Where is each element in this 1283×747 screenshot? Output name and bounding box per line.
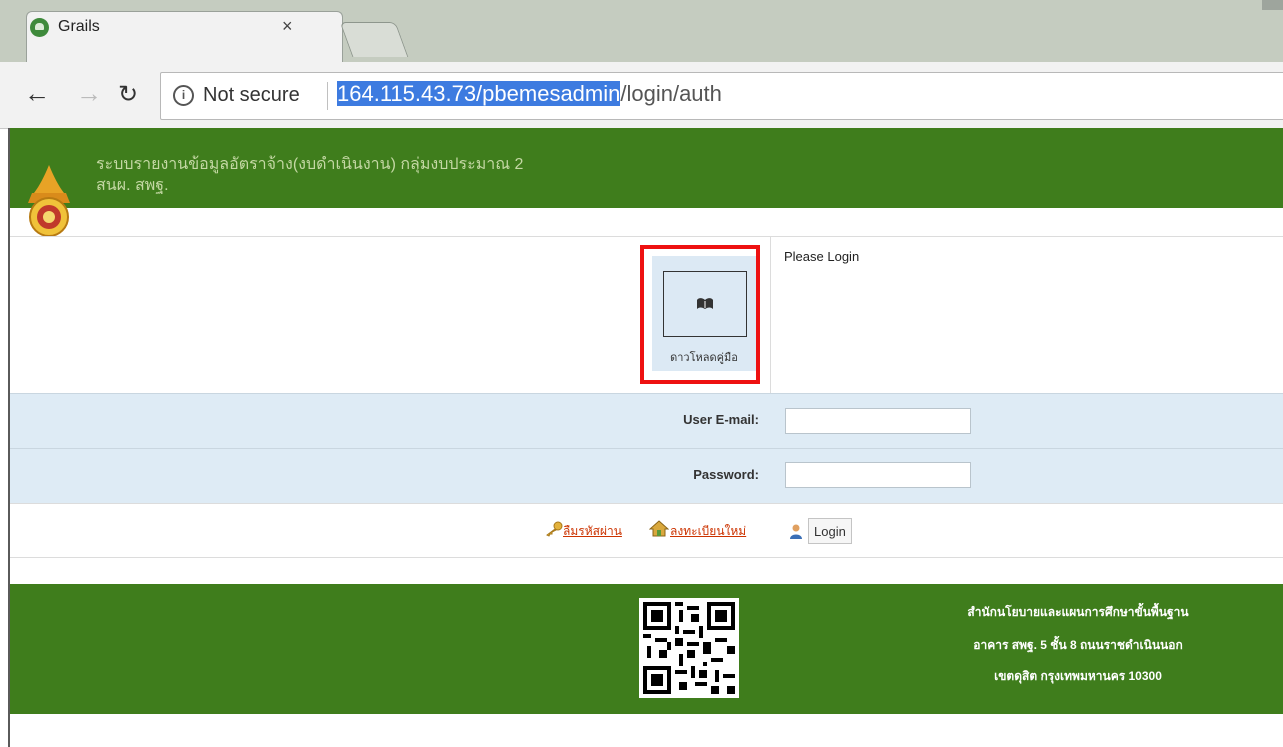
forgot-password-link[interactable]: ลืมรหัสผ่าน [563,522,622,541]
tab-close-icon[interactable]: × [282,16,293,37]
login-button[interactable]: Login [808,518,852,544]
tab-title[interactable]: Grails [58,18,100,36]
forward-icon: → [76,78,102,108]
browser-tabstrip: Grails × [0,0,1283,63]
footer-address-line2: เขตดุสิต กรุงเทพมหานคร 10300 [994,669,1162,683]
browser-toolbar: ← → ↻ i Not secure 164.115.43.73/pbemesa… [0,62,1283,129]
new-tab-button[interactable] [339,22,409,57]
window-control[interactable] [1262,0,1283,10]
security-status[interactable]: Not secure [203,84,300,107]
system-subtitle: สนผ. สพฐ. [96,177,169,194]
password-field[interactable] [785,462,971,488]
url-selected-part[interactable]: 164.115.43.73/pbemesadmin [337,81,621,106]
actions-row [10,503,1283,558]
user-icon [790,524,802,539]
info-icon[interactable]: i [173,85,194,106]
key-icon [546,521,563,537]
register-link[interactable]: ลงทะเบียนใหม่ [670,522,746,541]
home-icon [649,520,669,537]
obec-logo [28,165,70,237]
footer-org-name: สำนักนโยบายและแผนการศึกษาขั้นพื้นฐาน [967,605,1189,619]
back-icon[interactable]: ← [24,78,50,109]
url-text[interactable]: 164.115.43.73/pbemesadmin/login/auth [337,81,722,107]
qr-code [639,598,739,698]
email-label: User E-mail: [683,412,759,427]
address-bar[interactable]: i Not secure 164.115.43.73/pbemesadmin/l… [160,72,1283,120]
url-path[interactable]: /login/auth [620,81,722,106]
password-label: Password: [693,467,759,482]
grails-favicon-icon [30,18,49,37]
email-field[interactable] [785,408,971,434]
please-login-text: Please Login [784,249,860,264]
omnibox-divider [327,82,328,110]
reload-icon[interactable]: ↻ [118,80,138,109]
footer-address-line1: อาคาร สพฐ. 5 ชั้น 8 ถนนราชดำเนินนอก [973,638,1183,652]
highlight-box [640,245,760,384]
